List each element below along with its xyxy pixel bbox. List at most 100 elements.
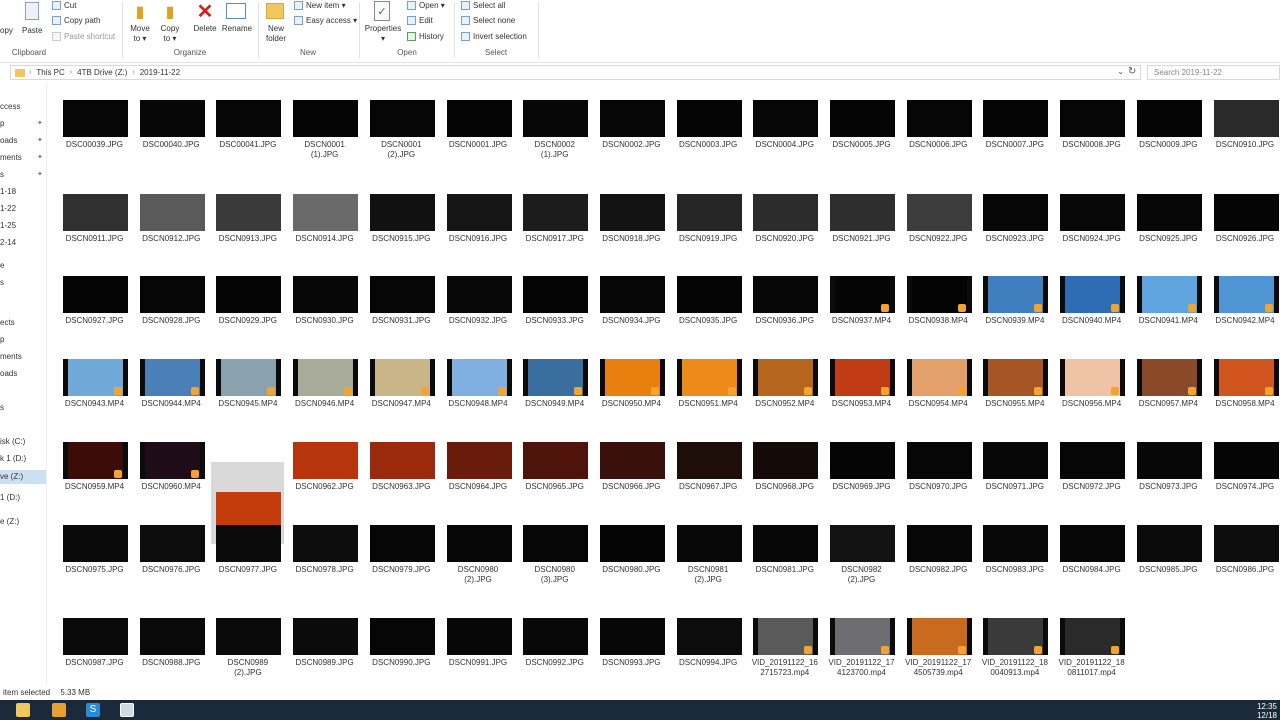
image-file-item[interactable]: DSCN0989 (2).JPG [211, 600, 284, 678]
image-file-item[interactable]: DSCN0001 (1).JPG [288, 82, 361, 160]
nav-item[interactable]: e [0, 261, 4, 270]
image-file-item[interactable]: DSCN0976.JPG [135, 507, 208, 585]
video-file-item[interactable]: DSCN0937.MP4 [825, 258, 898, 336]
video-file-item[interactable]: VID_20191122_16 2715723.mp4 [748, 600, 821, 678]
nav-item[interactable]: oads [0, 136, 17, 145]
image-file-item[interactable]: DSCN0972.JPG [1055, 424, 1128, 502]
video-file-item[interactable]: DSCN0956.MP4 [1055, 341, 1128, 419]
nav-item[interactable]: p [0, 119, 4, 128]
nav-item[interactable]: s [0, 278, 4, 287]
image-file-item[interactable]: DSCN0981 (2).JPG [672, 507, 745, 585]
move-to-button[interactable]: Move to ▾ [126, 24, 154, 44]
image-file-item[interactable]: DSCN0988.JPG [135, 600, 208, 678]
image-file-item[interactable]: DSCN0925.JPG [1132, 176, 1205, 254]
image-file-item[interactable]: DSCN0966.JPG [595, 424, 668, 502]
image-file-item[interactable]: DSCN0933.JPG [518, 258, 591, 336]
image-file-item[interactable]: DSCN0980 (3).JPG [518, 507, 591, 585]
image-file-item[interactable]: DSCN0926.JPG [1209, 176, 1280, 254]
image-file-item[interactable]: DSCN0917.JPG [518, 176, 591, 254]
properties-button[interactable]: Properties ▾ [362, 24, 404, 44]
image-file-item[interactable]: DSCN0993.JPG [595, 600, 668, 678]
video-file-item[interactable]: DSCN0947.MP4 [365, 341, 438, 419]
image-file-item[interactable]: DSCN0981.JPG [748, 507, 821, 585]
nav-item[interactable]: p [0, 335, 4, 344]
image-file-item[interactable]: DSCN0935.JPG [672, 258, 745, 336]
image-file-item[interactable]: DSCN0931.JPG [365, 258, 438, 336]
copy-path-button[interactable]: Copy path [52, 16, 100, 26]
image-file-item[interactable]: DSCN0987.JPG [58, 600, 131, 678]
photos-taskbar-icon[interactable] [120, 703, 134, 717]
video-file-item[interactable]: DSCN0958.MP4 [1209, 341, 1280, 419]
image-file-item[interactable]: DSCN0923.JPG [978, 176, 1051, 254]
breadcrumb-arrow-icon[interactable]: › [29, 69, 31, 76]
image-file-item[interactable]: DSCN0992.JPG [518, 600, 591, 678]
video-file-item[interactable]: VID_20191122_17 4505739.mp4 [902, 600, 975, 678]
image-file-item[interactable]: DSCN0975.JPG [58, 507, 131, 585]
easy-access-button[interactable]: Easy access ▾ [294, 16, 357, 26]
nav-item[interactable]: ects [0, 318, 15, 327]
image-file-item[interactable]: DSCN0969.JPG [825, 424, 898, 502]
new-item-button[interactable]: New item ▾ [294, 1, 346, 11]
image-file-item[interactable]: DSCN0982.JPG [902, 507, 975, 585]
new-folder-button[interactable]: New folder [261, 24, 291, 44]
image-file-item[interactable]: DSCN0984.JPG [1055, 507, 1128, 585]
image-file-item[interactable]: DSCN0979.JPG [365, 507, 438, 585]
nav-item[interactable]: isk (C:) [0, 437, 25, 446]
video-file-item[interactable]: DSCN0941.MP4 [1132, 258, 1205, 336]
video-file-item[interactable]: VID_20191122_18 0040913.mp4 [978, 600, 1051, 678]
clock[interactable]: 12:35 12/18 [1257, 702, 1277, 720]
image-file-item[interactable]: DSCN0002.JPG [595, 82, 668, 160]
image-file-item[interactable]: DSCN0006.JPG [902, 82, 975, 160]
image-file-item[interactable]: DSCN0919.JPG [672, 176, 745, 254]
open-button[interactable]: Open ▾ [407, 1, 445, 11]
file-explorer-taskbar-icon[interactable] [16, 703, 30, 717]
image-file-item[interactable]: DSCN0001.JPG [442, 82, 515, 160]
image-file-item[interactable]: DSCN0915.JPG [365, 176, 438, 254]
image-file-item[interactable]: DSCN0983.JPG [978, 507, 1051, 585]
image-file-item[interactable]: DSCN0974.JPG [1209, 424, 1280, 502]
image-file-item[interactable]: DSCN0008.JPG [1055, 82, 1128, 160]
cut-button[interactable]: Cut [52, 1, 76, 11]
image-file-item[interactable]: DSCN0991.JPG [442, 600, 515, 678]
image-file-item[interactable]: DSCN0994.JPG [672, 600, 745, 678]
skype-taskbar-icon[interactable]: S [86, 703, 100, 717]
breadcrumb-this-pc[interactable]: This PC [36, 68, 64, 77]
nav-item[interactable]: ments [0, 352, 22, 361]
image-file-item[interactable]: DSCN0913.JPG [211, 176, 284, 254]
refresh-icon[interactable]: ↻ [1128, 66, 1136, 77]
video-file-item[interactable]: DSCN0944.MP4 [135, 341, 208, 419]
image-file-item[interactable]: DSCN0963.JPG [365, 424, 438, 502]
image-file-item[interactable]: DSCN0920.JPG [748, 176, 821, 254]
image-file-item[interactable]: DSCN0970.JPG [902, 424, 975, 502]
image-file-item[interactable]: DSCN0911.JPG [58, 176, 131, 254]
nav-item[interactable]: e (Z:) [0, 517, 19, 526]
image-file-item[interactable]: DSCN0986.JPG [1209, 507, 1280, 585]
image-file-item[interactable]: DSCN0921.JPG [825, 176, 898, 254]
image-file-item[interactable]: DSCN0990.JPG [365, 600, 438, 678]
image-file-item[interactable]: DSCN0936.JPG [748, 258, 821, 336]
copy-to-button[interactable]: Copy to ▾ [156, 24, 184, 44]
breadcrumb-folder[interactable]: 2019-11-22 [140, 68, 180, 77]
image-file-item[interactable]: DSCN0922.JPG [902, 176, 975, 254]
video-file-item[interactable]: DSCN0959.MP4 [58, 424, 131, 502]
image-file-item[interactable]: DSCN0980 (2).JPG [442, 507, 515, 585]
image-file-item[interactable]: DSCN0971.JPG [978, 424, 1051, 502]
video-file-item[interactable]: DSCN0955.MP4 [978, 341, 1051, 419]
nav-item[interactable]: ccess [0, 102, 20, 111]
image-file-item[interactable]: DSCN0914.JPG [288, 176, 361, 254]
image-file-item[interactable]: DSCN0934.JPG [595, 258, 668, 336]
breadcrumb-arrow-icon[interactable]: › [132, 69, 134, 76]
image-file-item[interactable]: DSCN0985.JPG [1132, 507, 1205, 585]
video-file-item[interactable]: VID_20191122_17 4123700.mp4 [825, 600, 898, 678]
video-file-item[interactable]: DSCN0940.MP4 [1055, 258, 1128, 336]
image-file-item[interactable]: DSCN0968.JPG [748, 424, 821, 502]
video-file-item[interactable]: DSCN0938.MP4 [902, 258, 975, 336]
image-file-item[interactable]: DSCN0978.JPG [288, 507, 361, 585]
image-file-item[interactable]: DSCN0962.JPG [288, 424, 361, 502]
image-file-item[interactable]: DSCN0928.JPG [135, 258, 208, 336]
image-file-item[interactable]: DSCN0965.JPG [518, 424, 591, 502]
image-file-item[interactable]: DSCN0003.JPG [672, 82, 745, 160]
image-file-item[interactable]: DSCN0927.JPG [58, 258, 131, 336]
video-file-item[interactable]: DSCN0953.MP4 [825, 341, 898, 419]
image-file-item[interactable]: DSCN0924.JPG [1055, 176, 1128, 254]
